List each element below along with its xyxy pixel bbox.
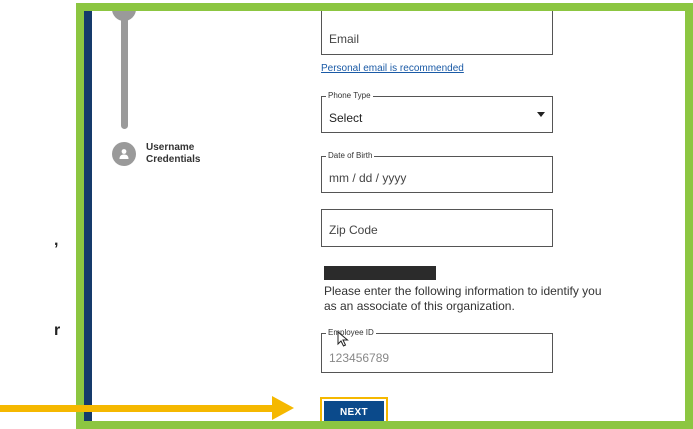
personal-email-link[interactable]: Personal email is recommended (321, 63, 464, 74)
cropped-text-fragment: r (54, 322, 61, 339)
zip-code-field[interactable]: Zip Code (321, 209, 553, 247)
arrow-right-icon-head (272, 396, 294, 420)
next-button[interactable]: NEXT (324, 401, 384, 421)
step-label-username-credentials: Username Credentials (146, 142, 201, 165)
highlight-frame: Username Credentials Email Personal emai… (76, 3, 693, 429)
stepper-progress-line (121, 11, 128, 129)
next-button-highlight: NEXT (320, 397, 388, 421)
phone-type-legend: Phone Type (326, 91, 373, 101)
employee-id-field[interactable]: Employee ID 123456789 (321, 328, 553, 373)
user-icon (119, 149, 129, 159)
phone-type-value: Select (329, 111, 363, 125)
date-of-birth-legend: Date of Birth (326, 151, 375, 161)
mouse-cursor-icon (337, 331, 349, 347)
phone-type-select[interactable]: Phone Type Select (321, 91, 553, 133)
chevron-down-icon[interactable] (537, 112, 545, 117)
email-field[interactable]: Email (321, 11, 553, 55)
arrow-right-icon (0, 405, 274, 412)
cropped-text-fragment: , (54, 232, 59, 249)
employee-id-placeholder: 123456789 (329, 351, 390, 365)
employee-id-legend: Employee ID (326, 328, 376, 338)
date-of-birth-placeholder: mm / dd / yyyy (329, 171, 407, 185)
associate-info-text: Please enter the following information t… (324, 284, 602, 313)
redacted-block (324, 266, 436, 280)
email-field-text: Email (329, 32, 360, 46)
zip-code-placeholder: Zip Code (329, 223, 378, 237)
step-indicator-current (112, 142, 136, 166)
date-of-birth-field[interactable]: Date of Birth mm / dd / yyyy (321, 151, 553, 193)
side-accent-bar (84, 11, 92, 421)
